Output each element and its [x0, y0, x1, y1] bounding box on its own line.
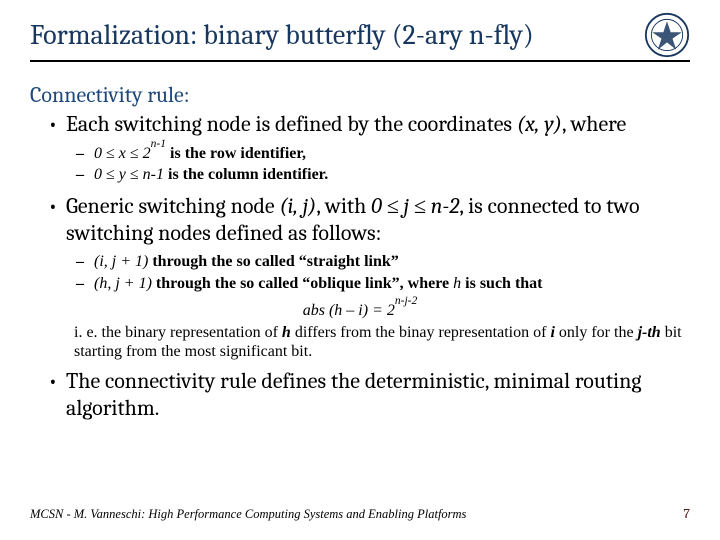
- footer-text: MCSN - M. Vanneschi: High Performance Co…: [30, 507, 466, 522]
- bullet-define-node: Each switching node is defined by the co…: [48, 111, 690, 138]
- text: is the column identifier.: [164, 166, 328, 183]
- coord-ij: (i, j): [279, 193, 316, 219]
- title-bar: Formalization: binary butterfly (2-ary n…: [30, 12, 690, 62]
- equation-abs: abs (h – i) = 2n-j-2: [30, 301, 690, 321]
- slide-body: Connectivity rule: Each switching node i…: [30, 82, 690, 422]
- subbullet-oblique-link: (h, j + 1) through the so called “obliqu…: [76, 274, 690, 294]
- note-binary-rep: i. e. the binary representation of h dif…: [74, 323, 690, 362]
- math: 0 ≤ x ≤ 2n-1: [94, 145, 166, 162]
- quote-oblique: “oblique link”: [302, 275, 399, 292]
- text: , with: [316, 193, 371, 219]
- var-h: h: [453, 275, 461, 292]
- subbullet-straight-link: (i, j + 1) through the so called “straig…: [76, 252, 690, 272]
- subbullet-row-id: 0 ≤ x ≤ 2n-1 is the row identifier,: [76, 144, 690, 164]
- page-number: 7: [683, 505, 690, 522]
- text: , where: [562, 111, 626, 137]
- text: through the so called: [152, 275, 302, 292]
- text: is such that: [461, 275, 542, 292]
- university-seal-icon: [644, 12, 690, 58]
- node-i-j1: (i, j + 1): [94, 253, 148, 270]
- coord-xy: (x, y): [517, 111, 562, 137]
- subheading: Connectivity rule:: [30, 82, 690, 109]
- text: Generic switching node: [66, 193, 279, 219]
- node-h-j1: (h, j + 1): [94, 275, 152, 292]
- math: 0 ≤ y ≤ n-1: [94, 166, 164, 183]
- bullet-routing: The connectivity rule defines the determ…: [48, 368, 690, 422]
- text: is the row identifier,: [166, 145, 306, 162]
- subbullet-col-id: 0 ≤ y ≤ n-1 is the column identifier.: [76, 165, 690, 185]
- text: through the so called: [148, 253, 298, 270]
- math: 0 ≤ j ≤ n-2: [371, 193, 459, 219]
- slide-title: Formalization: binary butterfly (2-ary n…: [30, 19, 534, 51]
- text: , where: [400, 275, 453, 292]
- quote-straight: “straight link”: [299, 253, 399, 270]
- text: Each switching node is defined by the co…: [66, 111, 517, 137]
- bullet-generic-node: Generic switching node (i, j), with 0 ≤ …: [48, 193, 690, 247]
